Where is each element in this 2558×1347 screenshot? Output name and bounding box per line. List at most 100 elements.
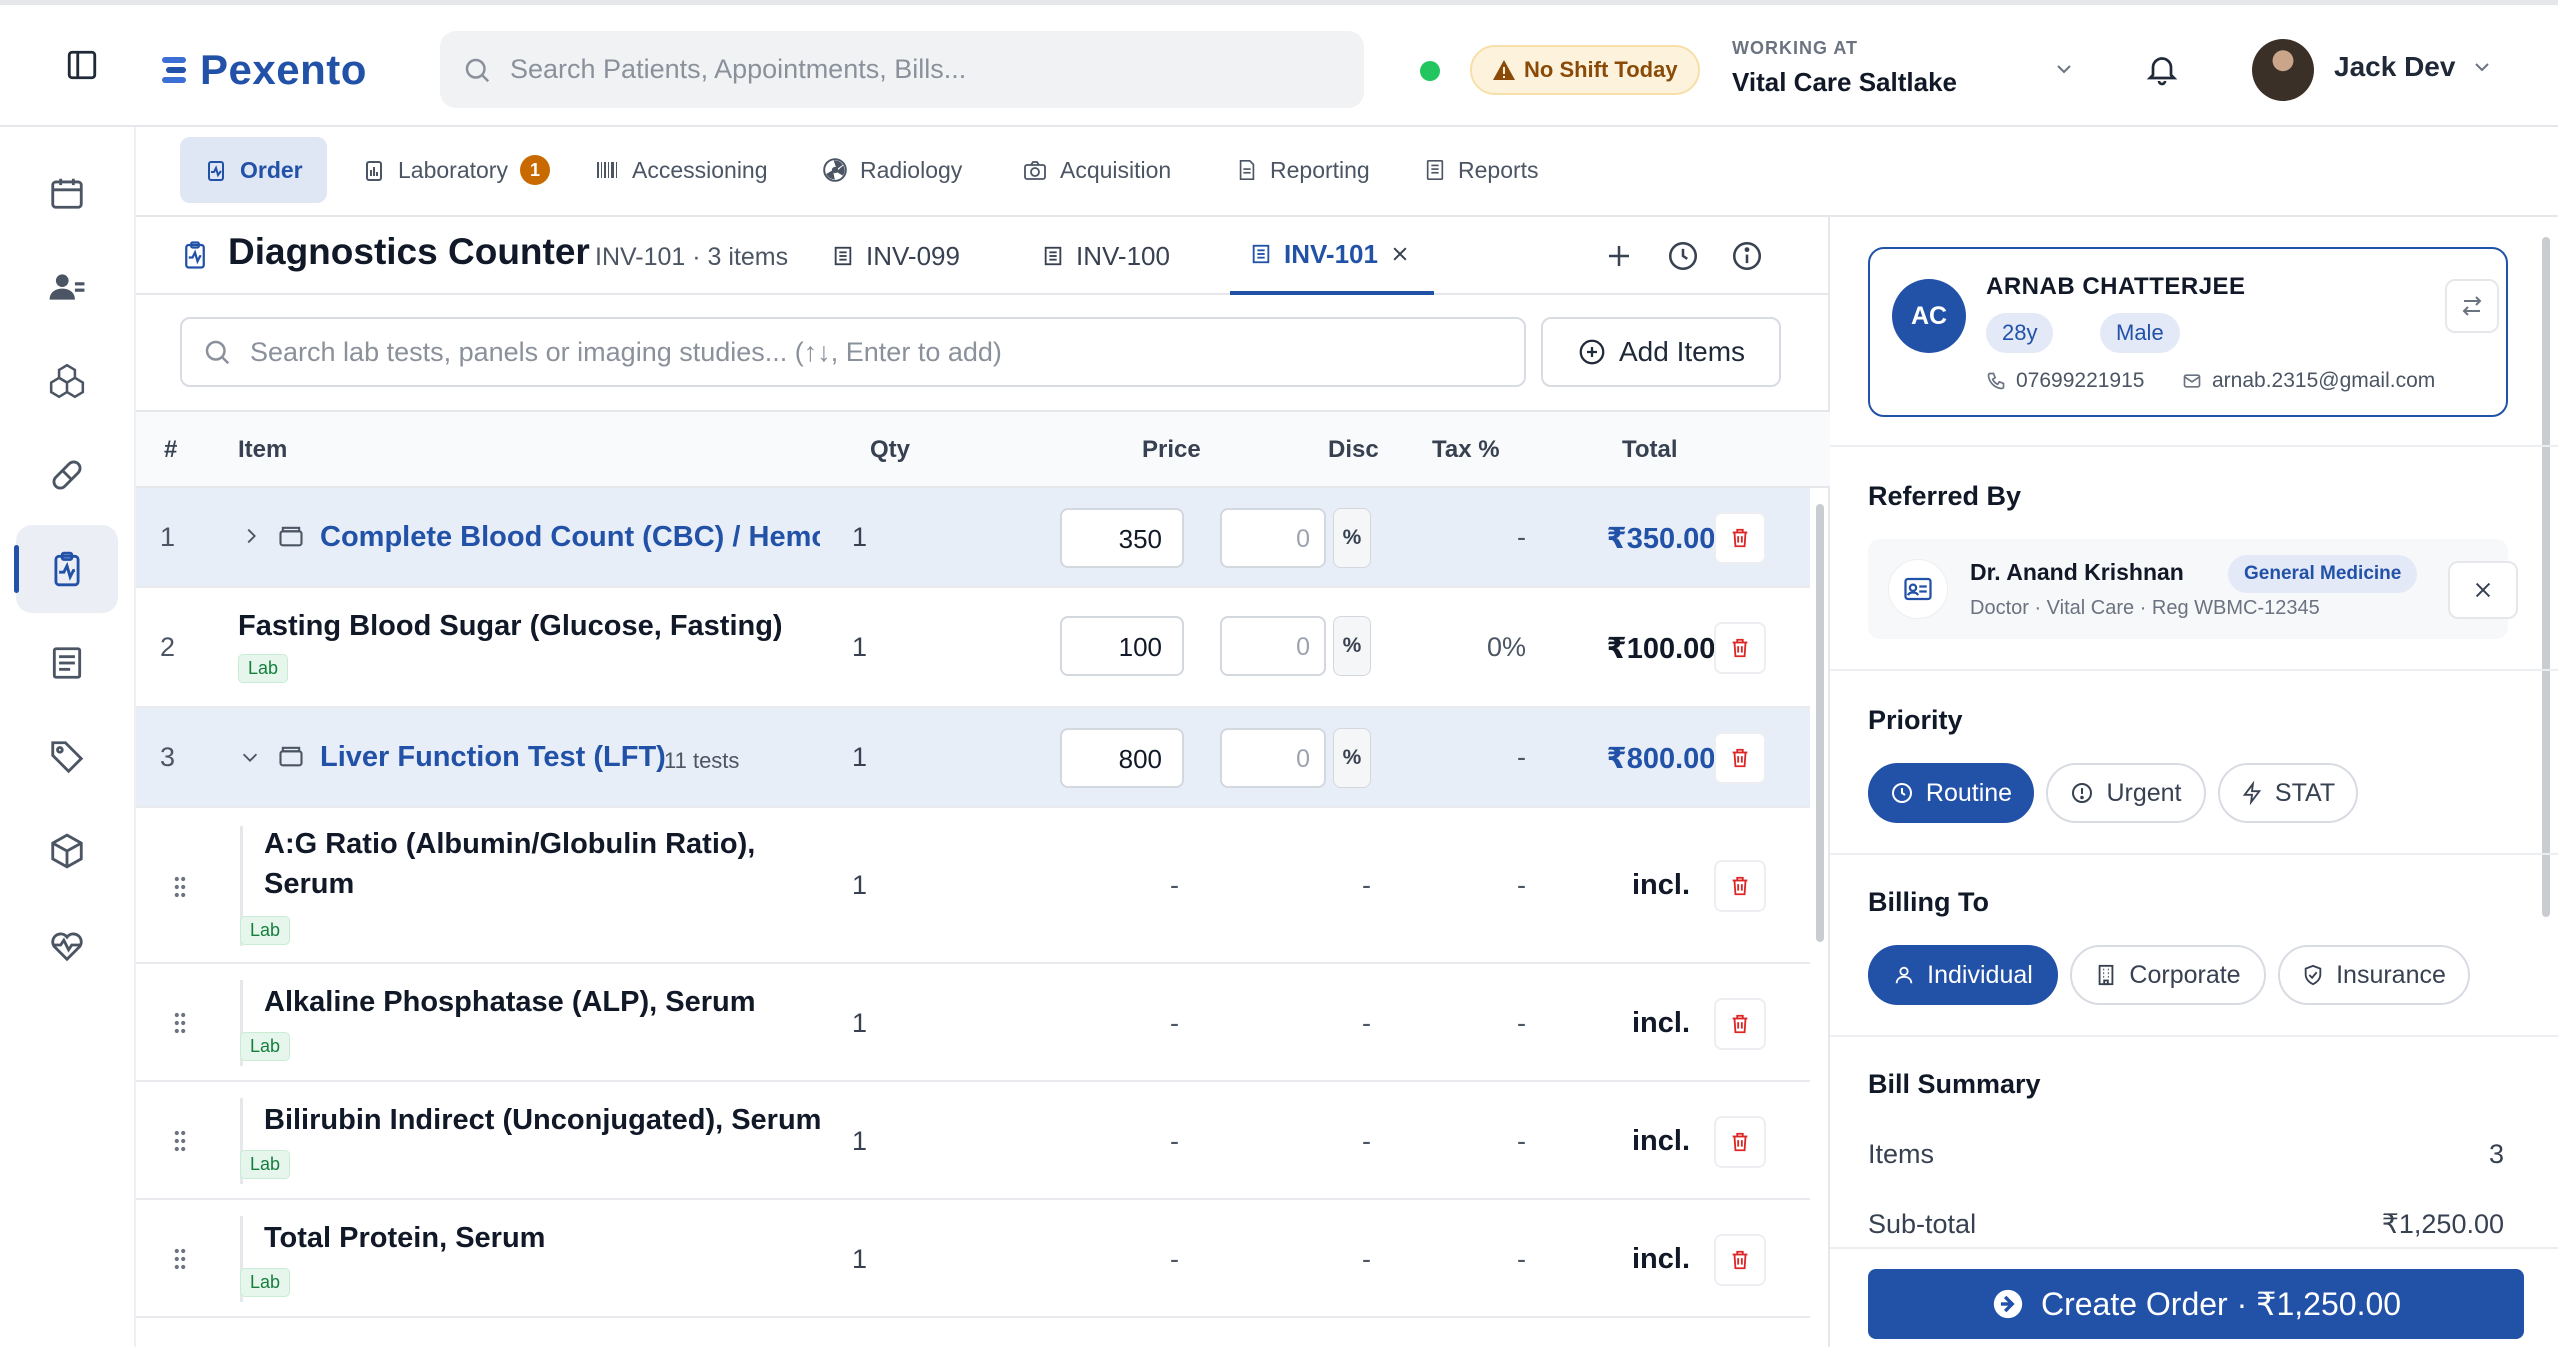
- child-test-row[interactable]: Bilirubin Indirect (Unconjugated), Serum…: [136, 1082, 1810, 1200]
- billing-insurance-button[interactable]: Insurance: [2278, 945, 2470, 1005]
- working-location-selector[interactable]: WORKING AT Vital Care Saltlake: [1732, 38, 1957, 98]
- items-table-body: 1 Complete Blood Count (CBC) / Hemogl 1 …: [136, 488, 1810, 1347]
- sidebar-item-offers[interactable]: [16, 713, 118, 801]
- sidebar-item-billing[interactable]: [16, 619, 118, 707]
- patient-card[interactable]: AC ARNAB CHATTERJEE 28y Male 07699221915…: [1868, 247, 2508, 417]
- global-search-input[interactable]: Search Patients, Appointments, Bills...: [440, 31, 1364, 108]
- user-name[interactable]: Jack Dev: [2334, 51, 2455, 83]
- col-qty: Qty: [870, 436, 911, 463]
- invoice-tab-inv-100[interactable]: INV-100: [1042, 217, 1170, 295]
- tab-order[interactable]: Order: [180, 137, 327, 203]
- billing-individual-button[interactable]: Individual: [1868, 945, 2058, 1005]
- item-name[interactable]: Complete Blood Count (CBC) / Hemogl: [320, 521, 820, 554]
- delete-row-button[interactable]: [1714, 1234, 1766, 1286]
- discount-type-toggle[interactable]: %: [1333, 728, 1371, 788]
- sidebar-item-stock[interactable]: [16, 807, 118, 895]
- discount-input[interactable]: 0: [1220, 616, 1326, 676]
- price-input[interactable]: 100: [1060, 616, 1184, 676]
- shift-status-badge[interactable]: No Shift Today: [1470, 45, 1700, 95]
- tab-acquisition[interactable]: Acquisition: [998, 137, 1195, 203]
- discount-input[interactable]: 0: [1220, 728, 1326, 788]
- user-avatar[interactable]: [2252, 39, 2314, 101]
- item-name: Bilirubin Indirect (Unconjugated), Serum: [264, 1104, 822, 1136]
- sidebar-item-calendar[interactable]: [16, 149, 118, 237]
- app-logo[interactable]: Pexento: [160, 45, 367, 95]
- referring-doctor-card: Dr. Anand Krishnan General Medicine Doct…: [1868, 539, 2518, 639]
- table-row[interactable]: 1 Complete Blood Count (CBC) / Hemogl 1 …: [136, 488, 1810, 588]
- tab-laboratory[interactable]: Laboratory 1: [338, 137, 574, 203]
- tab-radiology[interactable]: Radiology: [798, 137, 986, 203]
- item-qty[interactable]: 1: [852, 522, 867, 553]
- chevron-right-icon[interactable]: [240, 524, 262, 548]
- col-price: Price: [1142, 436, 1201, 463]
- item-qty[interactable]: 1: [852, 742, 867, 773]
- sidebar-toggle-button[interactable]: [40, 27, 124, 103]
- delete-row-button[interactable]: [1714, 1116, 1766, 1168]
- discount-type-toggle[interactable]: %: [1333, 508, 1371, 568]
- item-qty[interactable]: 1: [852, 632, 867, 663]
- table-row[interactable]: 2 Fasting Blood Sugar (Glucose, Fasting)…: [136, 588, 1810, 708]
- delete-row-button[interactable]: [1714, 998, 1766, 1050]
- history-clock-icon[interactable]: [1666, 239, 1700, 278]
- invoice-tab-inv-101[interactable]: INV-101: [1230, 217, 1434, 295]
- table-scrollbar[interactable]: [1816, 504, 1824, 942]
- item-name[interactable]: Liver Function Test (LFT): [320, 741, 666, 774]
- col-total: Total: [1622, 436, 1678, 463]
- logo-mark-icon: [162, 57, 186, 83]
- sidebar-item-patients[interactable]: [16, 243, 118, 331]
- search-icon: [465, 58, 490, 82]
- tab-laboratory-label: Laboratory: [398, 156, 508, 183]
- trash-icon: [1732, 638, 1748, 658]
- divider: [1830, 669, 2558, 671]
- tab-reporting[interactable]: Reporting: [1212, 137, 1394, 203]
- online-status-dot: [1420, 61, 1440, 81]
- sidebar-item-vitals[interactable]: [16, 901, 118, 989]
- change-patient-button[interactable]: [2445, 279, 2499, 333]
- summary-subtotal-row: Sub-total ₹1,250.00: [1868, 1209, 2504, 1240]
- right-panel-scrollbar[interactable]: [2542, 237, 2550, 917]
- drag-handle-icon[interactable]: [172, 1246, 188, 1272]
- location-chevron-down-icon[interactable]: [2052, 57, 2076, 86]
- user-menu-chevron-down-icon[interactable]: [2470, 55, 2494, 84]
- discount-type-toggle[interactable]: %: [1333, 616, 1371, 676]
- price-input[interactable]: 350: [1060, 508, 1184, 568]
- priority-urgent-button[interactable]: Urgent: [2046, 763, 2206, 823]
- row-number: 2: [160, 632, 176, 662]
- table-row[interactable]: 3 Liver Function Test (LFT) 11 tests 1 8…: [136, 708, 1810, 808]
- child-test-row[interactable]: A:G Ratio (Albumin/Globulin Ratio), Seru…: [136, 808, 1810, 964]
- drag-handle-icon[interactable]: [172, 1010, 188, 1036]
- lightning-icon: [2242, 781, 2262, 805]
- item-search-input[interactable]: Search lab tests, panels or imaging stud…: [180, 317, 1526, 387]
- price-input[interactable]: 800: [1060, 728, 1184, 788]
- drag-handle-icon[interactable]: [172, 1128, 188, 1154]
- counter-clipboard-icon: [185, 241, 205, 269]
- priority-stat-button[interactable]: STAT: [2218, 763, 2358, 823]
- chevron-down-icon[interactable]: [238, 746, 262, 768]
- create-order-button[interactable]: Create Order · ₹1,250.00: [1868, 1269, 2524, 1339]
- delete-row-button[interactable]: [1714, 732, 1766, 784]
- discount-input[interactable]: 0: [1220, 508, 1326, 568]
- child-test-row[interactable]: Alkaline Phosphatase (ALP), Serum Lab 1 …: [136, 964, 1810, 1082]
- billing-corporate-label: Corporate: [2129, 960, 2241, 989]
- delete-row-button[interactable]: [1714, 622, 1766, 674]
- delete-row-button[interactable]: [1714, 512, 1766, 564]
- drag-handle-icon[interactable]: [172, 874, 188, 900]
- sidebar-item-pharmacy[interactable]: [16, 431, 118, 519]
- add-items-button[interactable]: Add Items: [1541, 317, 1781, 387]
- tab-accessioning[interactable]: Accessioning: [570, 137, 792, 203]
- page-title: Diagnostics Counter: [228, 231, 590, 272]
- sidebar-item-inventory[interactable]: [16, 337, 118, 425]
- info-icon[interactable]: [1730, 239, 1764, 278]
- invoice-tab-inv-099[interactable]: INV-099: [832, 217, 960, 295]
- add-invoice-plus-icon[interactable]: [1604, 241, 1634, 276]
- priority-routine-button[interactable]: Routine: [1868, 763, 2034, 823]
- billing-corporate-button[interactable]: Corporate: [2070, 945, 2266, 1005]
- delete-row-button[interactable]: [1714, 860, 1766, 912]
- tab-reports[interactable]: Reports: [1400, 137, 1563, 203]
- notifications-bell-icon[interactable]: [2144, 49, 2180, 94]
- sidebar-item-diagnostics[interactable]: [14, 525, 118, 613]
- remove-referral-button[interactable]: [2448, 561, 2518, 619]
- col-disc: Disc: [1328, 436, 1379, 463]
- child-test-row[interactable]: Total Protein, Serum Lab 1 - - - incl.: [136, 1200, 1810, 1318]
- close-tab-icon[interactable]: [1390, 244, 1410, 264]
